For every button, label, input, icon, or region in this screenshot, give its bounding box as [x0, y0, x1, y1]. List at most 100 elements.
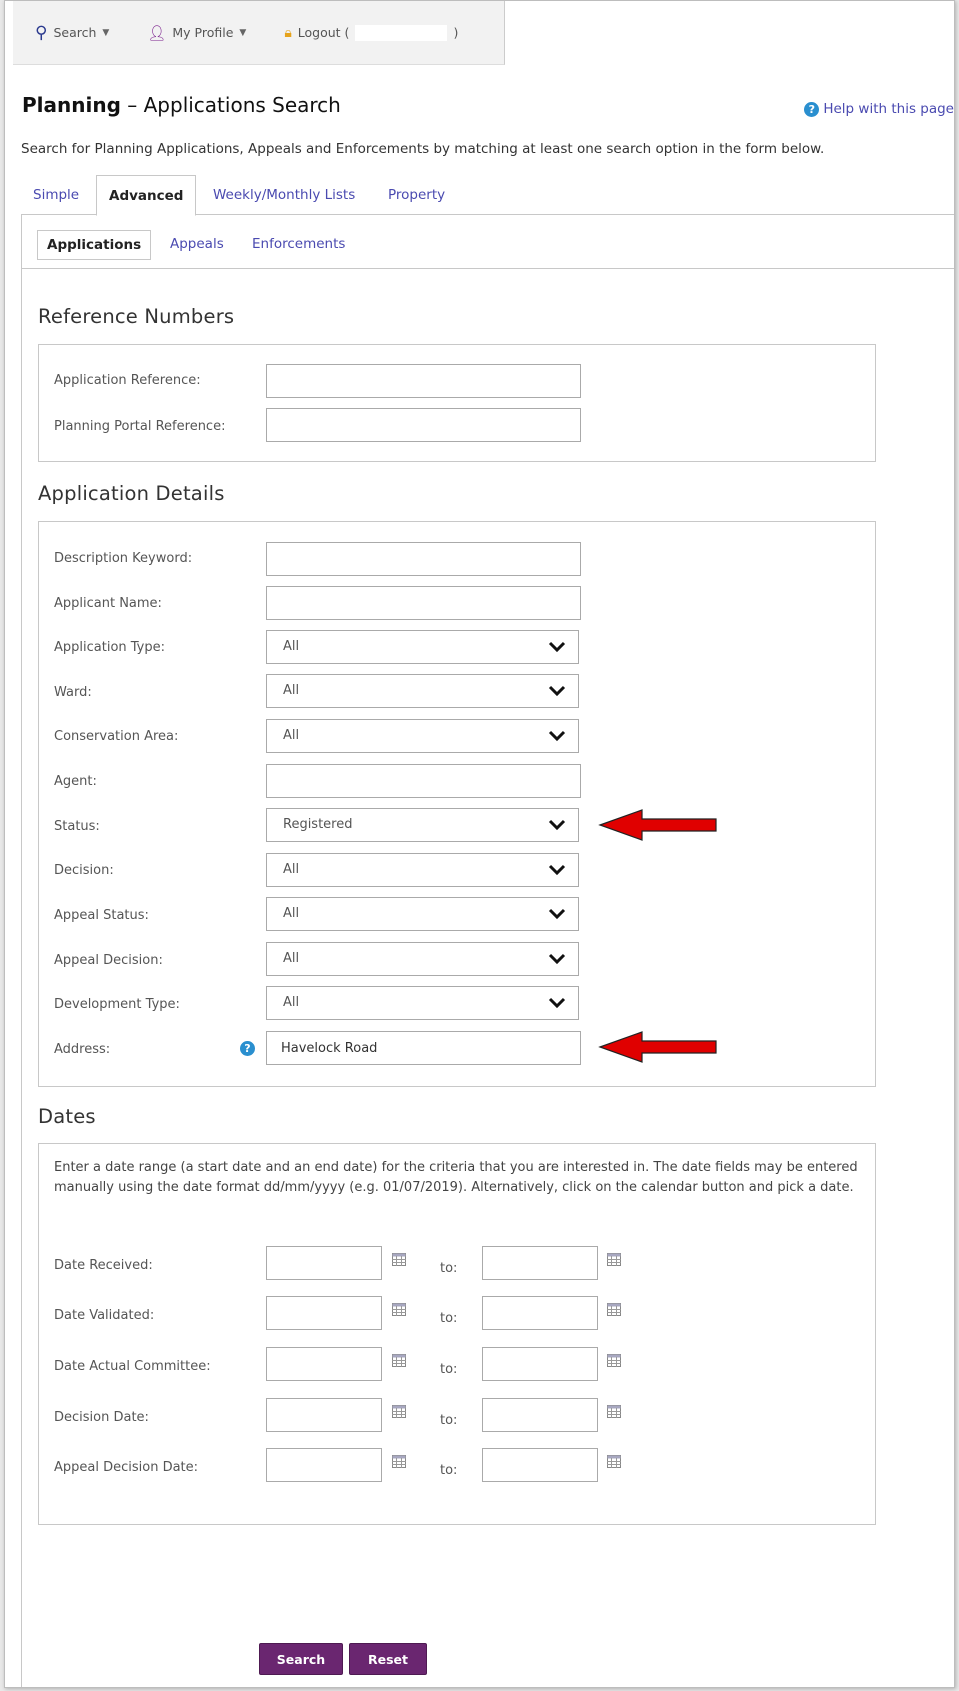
- tab-advanced[interactable]: Advanced: [96, 175, 197, 216]
- appeal-decision-label: Appeal Decision:: [54, 953, 163, 968]
- calendar-icon[interactable]: [392, 1303, 406, 1316]
- search-button[interactable]: Search: [259, 1643, 343, 1675]
- calendar-icon[interactable]: [607, 1455, 621, 1468]
- description-keyword-input[interactable]: [266, 542, 581, 576]
- calendar-icon[interactable]: [392, 1405, 406, 1418]
- chevron-down-icon: [548, 863, 566, 877]
- tab-property[interactable]: Property: [388, 175, 445, 215]
- calendar-icon[interactable]: [392, 1455, 406, 1468]
- subtab-enforcements[interactable]: Enforcements: [252, 230, 345, 260]
- development-type-value: All: [283, 995, 300, 1010]
- application-reference-input[interactable]: [266, 364, 581, 398]
- status-select[interactable]: Registered: [266, 808, 579, 842]
- application-type-label: Application Type:: [54, 640, 166, 655]
- tab-simple[interactable]: Simple: [33, 175, 79, 215]
- conservation-area-select[interactable]: All: [266, 719, 579, 753]
- chevron-down-icon: [548, 818, 566, 832]
- decision-date-to-input[interactable]: [482, 1398, 598, 1432]
- nav-search-label: Search: [53, 25, 97, 40]
- reset-button[interactable]: Reset: [349, 1643, 427, 1675]
- status-label: Status:: [54, 819, 100, 834]
- date-received-from-input[interactable]: [266, 1246, 382, 1280]
- portal-reference-label: Planning Portal Reference:: [54, 419, 226, 434]
- calendar-icon[interactable]: [607, 1253, 621, 1266]
- description-keyword-label: Description Keyword:: [54, 551, 193, 566]
- main-tab-bar: Simple Advanced Weekly/Monthly Lists Pro…: [21, 175, 954, 216]
- page-title: Planning – Applications Search: [22, 93, 341, 117]
- reference-numbers-heading: Reference Numbers: [38, 305, 235, 328]
- red-arrow-annotation: [598, 1031, 717, 1063]
- redacted-username: [355, 24, 448, 41]
- user-icon: 👤︎: [147, 23, 167, 42]
- appeal-decision-select[interactable]: All: [266, 942, 579, 976]
- decision-value: All: [283, 862, 300, 877]
- appeal-status-select[interactable]: All: [266, 897, 579, 931]
- address-help-icon[interactable]: ?: [240, 1041, 255, 1056]
- development-type-select[interactable]: All: [266, 986, 579, 1020]
- chevron-down-icon: [548, 729, 566, 743]
- nav-logout-link[interactable]: 🔒︎ Logout ( ): [284, 24, 459, 41]
- page-title-bold: Planning: [22, 93, 121, 117]
- application-details-fieldset: Description Keyword: Applicant Name: App…: [38, 521, 876, 1087]
- subtab-appeals[interactable]: Appeals: [170, 230, 224, 260]
- caret-down-icon: ▼: [102, 27, 110, 38]
- subtab-applications[interactable]: Applications: [37, 230, 152, 260]
- nav-logout-close: ): [453, 25, 459, 40]
- decision-label: Decision:: [54, 863, 114, 878]
- agent-label: Agent:: [54, 774, 97, 789]
- application-type-select[interactable]: All: [266, 630, 579, 664]
- appeal-decision-date-to-input[interactable]: [482, 1448, 598, 1482]
- nav-search-menu[interactable]: ⚲ Search ▼: [35, 23, 109, 43]
- appeal-status-label: Appeal Status:: [54, 908, 149, 923]
- dates-fieldset: Enter a date range (a start date and an …: [38, 1143, 876, 1525]
- calendar-icon[interactable]: [607, 1303, 621, 1316]
- conservation-area-value: All: [283, 728, 300, 743]
- red-arrow-annotation: [598, 809, 717, 841]
- calendar-icon[interactable]: [392, 1253, 406, 1266]
- development-type-label: Development Type:: [54, 997, 180, 1012]
- address-input[interactable]: [266, 1031, 581, 1065]
- appeal-decision-value: All: [283, 951, 300, 966]
- chevron-down-icon: [548, 640, 566, 654]
- chevron-down-icon: [548, 952, 566, 966]
- appeal-status-value: All: [283, 906, 300, 921]
- decision-select[interactable]: All: [266, 853, 579, 887]
- top-nav-bar: ⚲ Search ▼ 👤︎ My Profile ▼ 🔒︎ Logout ( ): [13, 1, 505, 65]
- nav-profile-menu[interactable]: 👤︎ My Profile ▼: [147, 24, 246, 42]
- chevron-down-icon: [548, 907, 566, 921]
- address-label: Address:: [54, 1042, 111, 1057]
- date-committee-to-input[interactable]: [482, 1347, 598, 1381]
- help-link-label: Help with this page: [823, 101, 954, 117]
- page-title-rest: – Applications Search: [120, 93, 341, 117]
- tab-weekly-monthly-lists[interactable]: Weekly/Monthly Lists: [213, 175, 355, 215]
- applicant-name-input[interactable]: [266, 586, 581, 620]
- caret-down-icon: ▼: [239, 27, 247, 38]
- application-type-value: All: [283, 639, 300, 654]
- ward-select[interactable]: All: [266, 674, 579, 708]
- calendar-icon[interactable]: [392, 1354, 406, 1367]
- applicant-name-label: Applicant Name:: [54, 596, 162, 611]
- date-validated-to-input[interactable]: [482, 1296, 598, 1330]
- ward-value: All: [283, 683, 300, 698]
- appeal-decision-date-from-input[interactable]: [266, 1448, 382, 1482]
- appeal-decision-date-label: Appeal Decision Date:: [54, 1460, 199, 1475]
- decision-date-from-input[interactable]: [266, 1398, 382, 1432]
- to-label: to:: [440, 1413, 458, 1428]
- application-details-heading: Application Details: [38, 482, 225, 505]
- browser-page: ⚲ Search ▼ 👤︎ My Profile ▼ 🔒︎ Logout ( )…: [4, 0, 955, 1688]
- application-reference-label: Application Reference:: [54, 373, 201, 388]
- date-committee-from-input[interactable]: [266, 1347, 382, 1381]
- calendar-icon[interactable]: [607, 1354, 621, 1367]
- help-link[interactable]: ? Help with this page: [804, 101, 954, 117]
- to-label: to:: [440, 1261, 458, 1276]
- date-validated-from-input[interactable]: [266, 1296, 382, 1330]
- agent-input[interactable]: [266, 764, 581, 798]
- date-validated-label: Date Validated:: [54, 1308, 155, 1323]
- date-received-to-input[interactable]: [482, 1246, 598, 1280]
- calendar-icon[interactable]: [607, 1405, 621, 1418]
- nav-profile-label: My Profile: [172, 25, 234, 40]
- intro-text: Search for Planning Applications, Appeal…: [21, 141, 825, 157]
- portal-reference-input[interactable]: [266, 408, 581, 442]
- decision-date-label: Decision Date:: [54, 1410, 149, 1425]
- dates-description: Enter a date range (a start date and an …: [54, 1160, 858, 1195]
